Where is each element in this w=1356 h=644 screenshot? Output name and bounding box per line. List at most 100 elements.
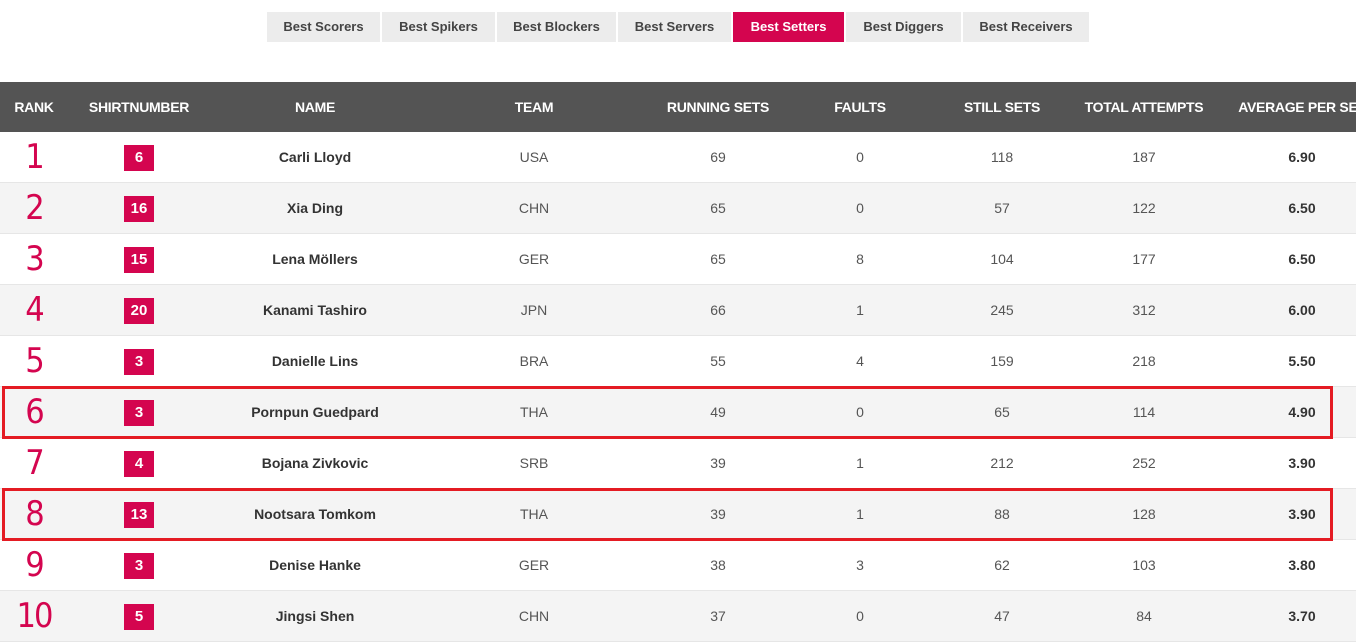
faults-value: 1 [856, 506, 864, 522]
table-header: RANK SHIRTNUMBER NAME TEAM RUNNING SETS … [0, 82, 1356, 132]
average-per-set-value: 3.90 [1288, 506, 1316, 522]
column-header-total-attempts[interactable]: TOTAL ATTEMPTS [1085, 82, 1204, 132]
faults-value: 1 [856, 455, 864, 471]
stat-category-tabs: Best Scorers Best Spikers Best Blockers … [267, 12, 1089, 42]
tab-best-diggers[interactable]: Best Diggers [846, 12, 961, 42]
column-header-name[interactable]: NAME [295, 82, 335, 132]
player-name: Pornpun Guedpard [251, 404, 379, 420]
table-row[interactable]: 10 5 Jingsi Shen CHN 37 0 47 84 3.70 [0, 591, 1356, 642]
team-code: GER [518, 251, 550, 267]
total-attempts-value: 218 [1132, 353, 1156, 369]
total-attempts-value: 114 [1132, 404, 1156, 420]
shirt-number-badge: 3 [124, 400, 154, 426]
running-sets-value: 39 [710, 455, 726, 471]
rank-number: 10 [16, 596, 54, 636]
player-name: Denise Hanke [269, 557, 361, 573]
column-header-team[interactable]: TEAM [515, 82, 554, 132]
column-header-still-sets[interactable]: STILL SETS [964, 82, 1040, 132]
column-header-average-per-set[interactable]: AVERAGE PER SET [1238, 82, 1356, 132]
faults-value: 1 [856, 302, 864, 318]
team-code: THA [520, 404, 548, 420]
rank-number: 1 [25, 137, 45, 177]
column-header-running-sets[interactable]: RUNNING SETS [667, 82, 769, 132]
tab-best-receivers[interactable]: Best Receivers [963, 12, 1089, 42]
table-row[interactable]: 9 3 Denise Hanke GER 38 3 62 103 3.80 [0, 540, 1356, 591]
team-code: CHN [518, 200, 550, 216]
total-attempts-value: 122 [1132, 200, 1156, 216]
table-row[interactable]: 5 3 Danielle Lins BRA 55 4 159 218 5.50 [0, 336, 1356, 387]
running-sets-value: 65 [710, 200, 726, 216]
average-per-set-value: 3.90 [1288, 455, 1316, 471]
shirt-number-badge: 20 [124, 298, 154, 324]
player-name: Kanami Tashiro [263, 302, 367, 318]
total-attempts-value: 177 [1132, 251, 1156, 267]
shirt-number-badge: 13 [124, 502, 154, 528]
column-header-rank[interactable]: RANK [14, 82, 54, 132]
running-sets-value: 66 [710, 302, 726, 318]
tab-best-spikers[interactable]: Best Spikers [382, 12, 495, 42]
still-sets-value: 212 [990, 455, 1014, 471]
tab-best-setters[interactable]: Best Setters [733, 12, 844, 42]
rank-number: 2 [25, 188, 45, 228]
table-row[interactable]: 4 20 Kanami Tashiro JPN 66 1 245 312 6.00 [0, 285, 1356, 336]
column-header-faults[interactable]: FAULTS [834, 82, 886, 132]
shirt-number-badge: 3 [124, 553, 154, 579]
table-row[interactable]: 2 16 Xia Ding CHN 65 0 57 122 6.50 [0, 183, 1356, 234]
column-header-shirtnumber[interactable]: SHIRTNUMBER [89, 82, 189, 132]
table-row[interactable]: 8 13 Nootsara Tomkom THA 39 1 88 128 3.90 [0, 489, 1356, 540]
team-code: THA [520, 506, 548, 522]
best-setters-table: RANK SHIRTNUMBER NAME TEAM RUNNING SETS … [0, 82, 1356, 642]
table-row[interactable]: 3 15 Lena Möllers GER 65 8 104 177 6.50 [0, 234, 1356, 285]
player-name: Carli Lloyd [278, 149, 352, 165]
total-attempts-value: 252 [1132, 455, 1156, 471]
rank-number: 4 [25, 290, 45, 330]
table-row[interactable]: 7 4 Bojana Zivkovic SRB 39 1 212 252 3.90 [0, 438, 1356, 489]
player-name: Xia Ding [286, 200, 344, 216]
team-code: BRA [519, 353, 549, 369]
average-per-set-value: 5.50 [1288, 353, 1316, 369]
rank-number: 7 [25, 443, 45, 483]
total-attempts-value: 187 [1132, 149, 1156, 165]
still-sets-value: 47 [994, 608, 1010, 624]
player-name: Lena Möllers [272, 251, 358, 267]
table-row[interactable]: 1 6 Carli Lloyd USA 69 0 118 187 6.90 [0, 132, 1356, 183]
still-sets-value: 159 [990, 353, 1014, 369]
average-per-set-value: 4.90 [1288, 404, 1316, 420]
shirt-number-badge: 15 [124, 247, 154, 273]
table-row[interactable]: 6 3 Pornpun Guedpard THA 49 0 65 114 4.90 [0, 387, 1356, 438]
team-code: SRB [519, 455, 549, 471]
average-per-set-value: 6.00 [1288, 302, 1316, 318]
still-sets-value: 65 [994, 404, 1010, 420]
rank-number: 9 [25, 545, 45, 585]
tab-best-blockers[interactable]: Best Blockers [497, 12, 616, 42]
team-code: GER [518, 557, 550, 573]
faults-value: 4 [856, 353, 864, 369]
faults-value: 3 [856, 557, 864, 573]
tab-best-servers[interactable]: Best Servers [618, 12, 731, 42]
total-attempts-value: 312 [1132, 302, 1156, 318]
total-attempts-value: 84 [1136, 608, 1152, 624]
tab-best-scorers[interactable]: Best Scorers [267, 12, 380, 42]
player-name: Danielle Lins [271, 353, 359, 369]
table-body: 1 6 Carli Lloyd USA 69 0 118 187 6.90 2 16 Xia Ding… [0, 132, 1356, 642]
average-per-set-value: 3.80 [1288, 557, 1316, 573]
player-name: Bojana Zivkovic [261, 455, 369, 471]
shirt-number-badge: 16 [124, 196, 154, 222]
faults-value: 0 [856, 404, 864, 420]
running-sets-value: 55 [710, 353, 726, 369]
shirt-number-badge: 4 [124, 451, 154, 477]
team-code: CHN [518, 608, 550, 624]
player-name: Jingsi Shen [275, 608, 355, 624]
shirt-number-badge: 6 [124, 145, 154, 171]
total-attempts-value: 103 [1132, 557, 1156, 573]
average-per-set-value: 6.90 [1288, 149, 1316, 165]
player-name: Nootsara Tomkom [254, 506, 376, 522]
average-per-set-value: 6.50 [1288, 200, 1316, 216]
running-sets-value: 65 [710, 251, 726, 267]
still-sets-value: 118 [990, 149, 1014, 165]
faults-value: 0 [856, 200, 864, 216]
faults-value: 0 [856, 149, 864, 165]
running-sets-value: 69 [710, 149, 726, 165]
running-sets-value: 39 [710, 506, 726, 522]
faults-value: 8 [856, 251, 864, 267]
